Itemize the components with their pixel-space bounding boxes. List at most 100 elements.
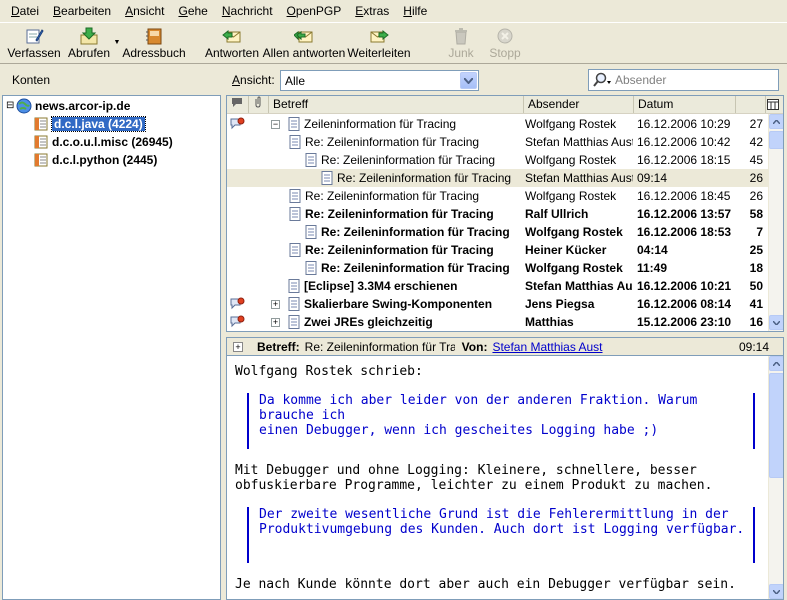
column-attachment[interactable] — [249, 96, 269, 113]
thread-row[interactable]: Re: Zeileninformation für Tracing Wolfgan… — [227, 187, 768, 205]
thread-sender: Wolfgang Rostek — [525, 189, 617, 203]
download-mail-icon — [79, 27, 99, 45]
from-link[interactable]: Stefan Matthias Aust — [492, 340, 602, 354]
thread-row[interactable]: Re: Zeileninformation für Tracing Wolfgan… — [227, 223, 768, 241]
thread-count: 42 — [749, 135, 763, 149]
menu-ansicht[interactable]: Ansicht — [118, 1, 171, 21]
thread-watch-icon[interactable] — [229, 116, 245, 132]
column-count[interactable] — [736, 96, 766, 113]
thread-row[interactable]: Re: Zeileninformation für Tracing Ralf Ul… — [227, 205, 768, 223]
collapse-thread-icon[interactable]: − — [271, 119, 280, 129]
menu-bearbeiten[interactable]: Bearbeiten — [46, 1, 118, 21]
scroll-up-button[interactable] — [769, 114, 783, 129]
menu-bar: Datei Bearbeiten Ansicht Gehe Nachricht … — [0, 0, 787, 22]
junk-icon — [451, 27, 471, 45]
thread-subject: Zeileninformation für Tracing — [304, 117, 457, 131]
from-label: Von: — [461, 339, 488, 354]
thread-subject: [Eclipse] 3.3M4 erschienen — [304, 279, 458, 293]
message-icon — [286, 116, 302, 132]
chevron-down-icon[interactable] — [460, 72, 477, 89]
junk-button[interactable]: Junk — [440, 23, 482, 63]
message-body: Wolfgang Rostek schrieb: Da komme ich ab… — [226, 355, 784, 600]
thread-watch-icon[interactable] — [229, 314, 245, 330]
scroll-up-button[interactable] — [769, 356, 783, 371]
reply-icon — [222, 27, 242, 45]
view-select[interactable]: Alle — [280, 70, 479, 91]
thread-row[interactable]: + Zwei JREs gleichzeitig Matthias 15.12.200… — [227, 313, 768, 331]
message-scrollbar[interactable] — [768, 356, 783, 599]
collapse-icon[interactable]: ⊟ — [6, 100, 16, 111]
search-icon[interactable] — [589, 70, 615, 90]
column-picker-icon[interactable] — [767, 99, 779, 113]
expand-thread-icon[interactable]: + — [271, 299, 280, 309]
column-thread[interactable] — [227, 96, 249, 113]
thread-count: 26 — [749, 189, 763, 203]
fetch-dropdown-arrow[interactable]: ▼ — [112, 39, 122, 46]
message-icon — [303, 152, 319, 168]
addressbook-button[interactable]: Adressbuch — [122, 23, 186, 63]
view-select-value: Alle — [285, 73, 306, 88]
stop-button[interactable]: Stopp — [482, 23, 528, 63]
menu-gehe[interactable]: Gehe — [171, 1, 214, 21]
column-date[interactable]: Datum — [634, 96, 736, 113]
thread-count: 16 — [749, 315, 763, 329]
thread-column-icon — [231, 97, 243, 111]
reply-all-button[interactable]: Allen antworten — [262, 23, 346, 63]
folder-server[interactable]: ⊟ news.arcor-ip.de — [6, 97, 130, 114]
message-icon — [303, 260, 319, 276]
menu-datei[interactable]: Datei — [4, 1, 46, 21]
quote-block: Da komme ich aber leider von der anderen… — [247, 393, 755, 449]
view-label: Ansicht: — [232, 73, 275, 87]
folder-dclpython[interactable]: d.c.l.python (2445) — [33, 151, 157, 168]
fetch-button[interactable]: Abrufen — [64, 23, 114, 63]
forward-button[interactable]: Weiterleiten — [346, 23, 412, 63]
expand-thread-icon[interactable]: + — [271, 317, 280, 327]
search-input[interactable] — [615, 73, 775, 87]
thread-subject: Re: Zeileninformation für Tracing — [305, 243, 494, 257]
scroll-thumb[interactable] — [769, 131, 783, 149]
thread-row[interactable]: + Skalierbare Swing-Komponenten Jens Piegs… — [227, 295, 768, 313]
thread-row[interactable]: [Eclipse] 3.3M4 erschienen Stefan Matthia… — [227, 277, 768, 295]
addressbook-icon — [144, 27, 164, 45]
thread-row[interactable]: Re: Zeileninformation für Tracing Heiner … — [227, 241, 768, 259]
thread-row[interactable]: Re: Zeileninformation für Tracing Wolfgan… — [227, 151, 768, 169]
menu-nachricht[interactable]: Nachricht — [215, 1, 280, 21]
reply-paragraph: Je nach Kunde könnte dort aber auch ein … — [235, 577, 736, 592]
thread-subject: Re: Zeileninformation für Tracing — [305, 207, 494, 221]
message-icon — [287, 188, 303, 204]
message-icon — [287, 206, 303, 222]
view-bar: Konten Ansicht: Alle — [0, 65, 787, 95]
thread-watch-icon[interactable] — [229, 296, 245, 312]
scroll-down-button[interactable] — [769, 584, 783, 599]
thread-sender: Jens Piegsa — [525, 297, 595, 311]
thread-scrollbar[interactable] — [768, 114, 783, 331]
thread-row[interactable]: Re: Zeileninformation für Tracing Stefan … — [227, 133, 768, 151]
thread-date: 16.12.2006 10:29 — [637, 117, 731, 131]
menu-hilfe[interactable]: Hilfe — [396, 1, 434, 21]
thread-subject: Skalierbare Swing-Komponenten — [304, 297, 493, 311]
message-icon — [319, 170, 335, 186]
server-globe-icon — [16, 98, 32, 114]
menu-extras[interactable]: Extras — [348, 1, 396, 21]
thread-date: 16.12.2006 10:42 — [637, 135, 731, 149]
thread-sender: Wolfgang Rostek — [525, 261, 623, 275]
folder-dcljava[interactable]: d.c.l.java (4224) — [33, 115, 146, 132]
scroll-thumb[interactable] — [769, 373, 783, 478]
folder-dcoulmisc[interactable]: d.c.o.u.l.misc (26945) — [33, 133, 173, 150]
expand-header-icon[interactable]: + — [233, 341, 243, 352]
thread-row[interactable]: Re: Zeileninformation für Tracing Stefan … — [227, 169, 768, 187]
reply-button[interactable]: Antworten — [202, 23, 262, 63]
thread-subject: Re: Zeileninformation für Tracing — [321, 153, 496, 167]
search-box — [588, 69, 779, 91]
scroll-down-button[interactable] — [769, 315, 783, 330]
menu-openpgp[interactable]: OpenPGP — [280, 1, 349, 21]
compose-button[interactable]: Verfassen — [4, 23, 64, 63]
forward-icon — [369, 27, 389, 45]
thread-row[interactable]: − Zeileninformation für Tracing Wolfgang R… — [227, 115, 768, 133]
column-sender[interactable]: Absender — [524, 96, 634, 113]
thread-date: 15.12.2006 23:10 — [637, 315, 732, 329]
thread-row[interactable]: Re: Zeileninformation für Tracing Wolfgan… — [227, 259, 768, 277]
thread-date: 16.12.2006 18:53 — [637, 225, 732, 239]
column-subject[interactable]: Betreff — [269, 96, 524, 113]
thread-subject: Re: Zeileninformation für Tracing — [321, 261, 510, 275]
